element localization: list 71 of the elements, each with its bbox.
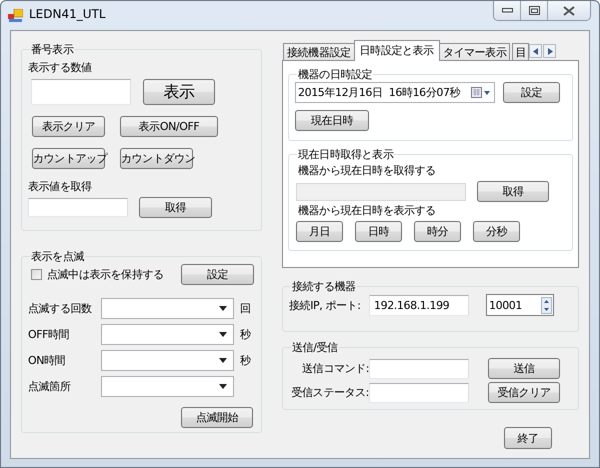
close-icon[interactable] [563,6,575,16]
set-button[interactable]: 設定 [503,82,560,103]
group-title: 機器の日時設定 [297,67,374,82]
field-label: ON時間 [28,353,66,368]
button[interactable]: 送信 [488,358,560,379]
set-button[interactable]: 設定 [181,264,254,285]
left-arrow-icon[interactable] [532,48,539,54]
tab[interactable]: 日時設定と表示 [354,40,440,61]
group-title: 表示を点滅 [30,249,86,264]
unit-label: 回 [240,301,251,316]
exit-button[interactable]: 終了 [504,427,552,449]
maximize-button[interactable] [521,1,548,20]
input-field[interactable] [28,198,128,217]
tab[interactable]: 目 [512,43,530,61]
unit-label: 秒 [240,353,251,368]
input-field[interactable] [369,382,469,402]
dropdown-field[interactable] [101,350,234,371]
group-title: 接続する機器 [291,279,357,294]
caret-icon[interactable] [219,332,227,337]
button[interactable]: 日時 [355,221,402,242]
caret-icon[interactable] [219,306,227,311]
minimize-button[interactable] [494,1,521,20]
field-label: 点滅箇所 [28,379,72,394]
caret-icon[interactable] [219,384,227,389]
field-label: 機器から現在日時を表示する [298,203,437,218]
show-button[interactable]: 表示 [143,79,215,105]
button[interactable]: 時分 [414,221,461,242]
button[interactable]: 受信クリア [488,382,560,403]
button[interactable]: カウントダウン [120,148,193,169]
unit-label: 秒 [240,327,251,342]
scroll-right-button[interactable] [543,44,556,58]
start-button[interactable]: 点滅開始 [181,407,253,428]
minimize-icon[interactable] [502,8,512,13]
scroll-left-button[interactable] [529,44,542,58]
group-title: 番号表示 [30,42,74,57]
spinner-arrows-icon[interactable] [541,296,552,314]
input-field[interactable] [369,358,469,378]
field-label: 表示値を取得 [28,179,93,194]
field-label: 受信ステータス: [290,385,369,400]
get-button[interactable]: 取得 [477,181,549,202]
group-title: 送信/受信 [291,340,339,355]
maximize-icon[interactable] [528,6,540,15]
date-picker[interactable]: 2015年12月16日 16時16分07秒 [295,82,495,103]
button[interactable]: 表示クリア [32,116,105,137]
calendar-icon[interactable] [471,87,491,98]
group-title: 現在日時取得と表示 [297,147,394,162]
window-title: LEDN41_UTL [29,7,106,21]
get-button[interactable]: 取得 [139,197,212,218]
current-time-button[interactable]: 現在日時 [295,110,369,131]
field-label: 点滅する回数 [28,301,93,316]
tab[interactable]: タイマー表示 [438,43,510,61]
field-label: OFF時間 [28,327,70,342]
number-field[interactable]: 10001 [486,294,554,316]
field-label: 送信コマンド: [301,361,369,376]
input-field[interactable]: 192.168.1.199 [369,294,469,316]
dropdown-field[interactable] [101,376,234,397]
field-label: 機器から現在日時を取得する [298,163,437,178]
field-label: 接続IP, ポート: [289,298,362,312]
button[interactable]: 月日 [296,221,343,242]
app-icon [8,9,23,22]
field-label: 表示する数値 [28,60,93,75]
dropdown-field[interactable] [101,298,234,319]
right-arrow-icon[interactable] [546,48,553,54]
close-button[interactable] [548,1,590,20]
caret-icon[interactable] [219,358,227,363]
button[interactable]: 表示ON/OFF [120,116,218,137]
checkbox[interactable]: 点滅中は表示を保持する [31,267,164,282]
dropdown-field[interactable] [101,324,234,345]
input-field[interactable] [31,79,131,105]
button[interactable]: 分秒 [473,221,520,242]
tab[interactable]: 接続機器設定 [283,43,355,61]
